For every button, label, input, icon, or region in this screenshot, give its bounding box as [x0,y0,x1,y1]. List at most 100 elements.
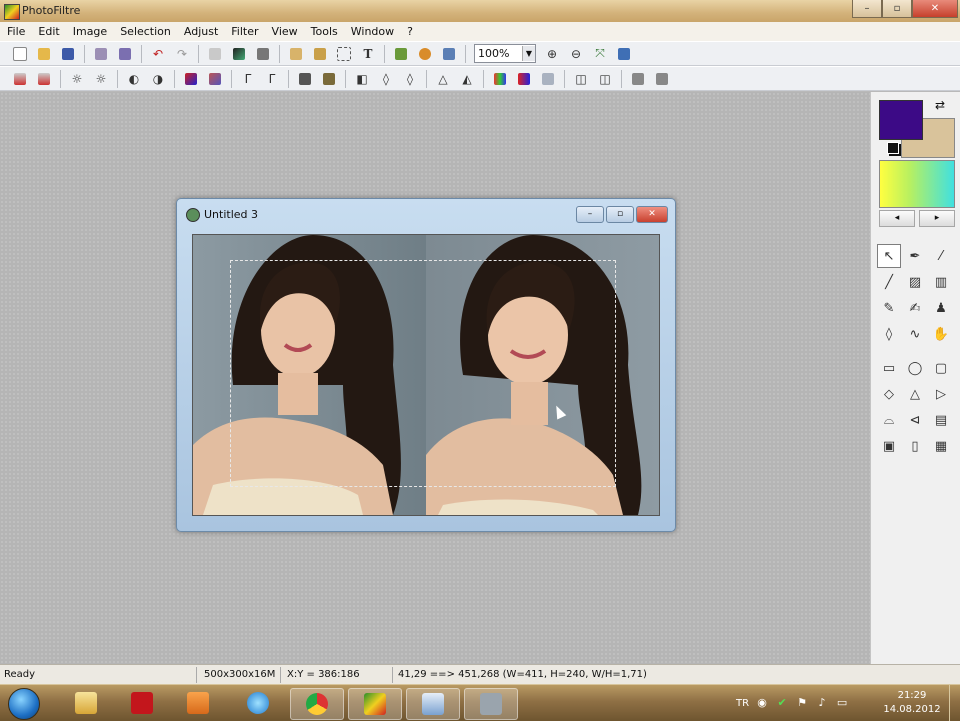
outline-mode-icon[interactable]: ▯ [903,434,927,458]
zoom-in-icon[interactable]: ⊕ [542,44,562,64]
magic-wand-icon[interactable]: ⁄ [929,244,953,268]
flip-v-icon[interactable]: ◫ [595,69,615,89]
copy-icon[interactable] [205,44,225,64]
open-icon[interactable] [34,44,54,64]
border-mode-icon[interactable]: ▦ [929,434,953,458]
hand-icon[interactable]: ✋ [929,322,953,346]
contrast-up-icon[interactable]: ◐ [124,69,144,89]
window-icon[interactable] [439,44,459,64]
line-icon[interactable]: ╱ [877,270,901,294]
rgb-icon[interactable] [514,69,534,89]
sharpen-icon[interactable]: ◊ [400,69,420,89]
polygon-icon[interactable]: ⊲ [903,408,927,432]
network-status-icon[interactable]: ◉ [755,696,769,710]
media-player-icon[interactable] [172,688,224,718]
menu-help[interactable]: ? [400,25,419,38]
volume-icon[interactable]: ♪ [815,696,829,710]
text-icon[interactable]: T [358,44,378,64]
document-minimize-button[interactable]: – [576,206,604,223]
explorer-icon[interactable] [60,688,112,718]
smudge-icon[interactable]: ∿ [903,322,927,346]
menu-filter[interactable]: Filter [224,25,264,38]
image-canvas[interactable] [192,234,660,516]
gamma-up-icon[interactable]: Γ [238,69,258,89]
camera-icon[interactable] [464,688,518,720]
close-button[interactable]: ✕ [912,0,958,18]
crop-icon[interactable] [334,44,354,64]
menu-selection[interactable]: Selection [113,25,177,38]
undo-icon[interactable]: ↶ [148,44,168,64]
brightness-up-icon[interactable]: ☼ [67,69,87,89]
emboss-icon[interactable]: ◭ [457,69,477,89]
plugin-icon[interactable] [391,44,411,64]
diamond-icon[interactable]: ◇ [877,382,901,406]
resize-icon[interactable] [310,44,330,64]
automate-icon[interactable] [415,44,435,64]
duplicate-icon[interactable] [286,44,306,64]
saturation-down-icon[interactable] [205,69,225,89]
menu-window[interactable]: Window [344,25,400,38]
stamp-icon[interactable]: ♟ [929,296,953,320]
auto-levels-icon[interactable] [10,69,30,89]
contrast-down-icon[interactable]: ◑ [148,69,168,89]
advanced-brush-icon[interactable]: ✍ [903,296,927,320]
new-icon[interactable] [10,44,30,64]
menu-view[interactable]: View [265,25,304,38]
paint-icon[interactable] [406,688,460,720]
print-icon[interactable] [91,44,111,64]
lasso-icon[interactable]: ⌓ [877,408,901,432]
document-close-button[interactable]: ✕ [636,206,668,223]
redo-icon[interactable]: ↷ [172,44,192,64]
ie-icon[interactable] [232,688,284,718]
menu-adjust[interactable]: Adjust [177,25,224,38]
chrome-icon[interactable] [290,688,344,720]
selection-marquee[interactable] [230,260,616,487]
save-icon[interactable] [58,44,78,64]
grayscale-icon[interactable] [295,69,315,89]
paste-icon[interactable] [229,44,249,64]
saturation-up-icon[interactable] [181,69,201,89]
rounded-rect-icon[interactable]: ▢ [929,356,953,380]
zoom-select[interactable]: 100% ▼ [474,44,536,63]
auto-contrast-icon[interactable] [34,69,54,89]
fit-icon[interactable]: ⤧ [590,44,610,64]
arrow-shape-icon[interactable]: ▷ [929,382,953,406]
ellipse-icon[interactable]: ◯ [903,356,927,380]
menu-tools[interactable]: Tools [304,25,344,38]
brush-icon[interactable]: ✎ [877,296,901,320]
flag-icon[interactable]: ⚑ [795,696,809,710]
security-icon[interactable]: ✔ [775,696,789,710]
menu-image[interactable]: Image [66,25,113,38]
triangle-icon[interactable]: △ [903,382,927,406]
start-button[interactable] [8,688,40,720]
swap-colors-icon[interactable]: ⇄ [935,98,945,112]
colorize-icon[interactable] [490,69,510,89]
mirror-icon[interactable]: ◧ [352,69,372,89]
palette-next-button[interactable]: ▸ [919,210,955,227]
blur-drop-icon[interactable]: ◊ [877,322,901,346]
document-window[interactable]: Untitled 3 – ▫ ✕ [176,198,676,532]
palette-prev-button[interactable]: ◂ [879,210,915,227]
gamma-down-icon[interactable]: Γ [262,69,282,89]
color-palette[interactable] [879,160,955,208]
zoom-out-icon[interactable]: ⊖ [566,44,586,64]
rotate-left-icon[interactable] [628,69,648,89]
reset-colors-icon[interactable] [887,142,899,154]
menu-file[interactable]: File [0,25,31,38]
display-icon[interactable]: ▭ [835,696,849,710]
selection-tool-icon[interactable]: ↖ [877,244,901,268]
sepia-icon[interactable] [319,69,339,89]
paste-new-icon[interactable] [253,44,273,64]
minimize-button[interactable]: – [852,0,882,18]
scan-icon[interactable] [115,44,135,64]
rectangle-icon[interactable]: ▭ [877,356,901,380]
fill-mode-icon[interactable]: ▣ [877,434,901,458]
spray-icon[interactable]: ▥ [929,270,953,294]
eyedropper-icon[interactable]: ✒ [903,244,927,268]
document-maximize-button[interactable]: ▫ [606,206,634,223]
fullscreen-icon[interactable] [614,44,634,64]
blur-icon[interactable]: ◊ [376,69,396,89]
flip-h-icon[interactable]: ◫ [571,69,591,89]
menu-edit[interactable]: Edit [31,25,65,38]
invert-icon[interactable] [538,69,558,89]
